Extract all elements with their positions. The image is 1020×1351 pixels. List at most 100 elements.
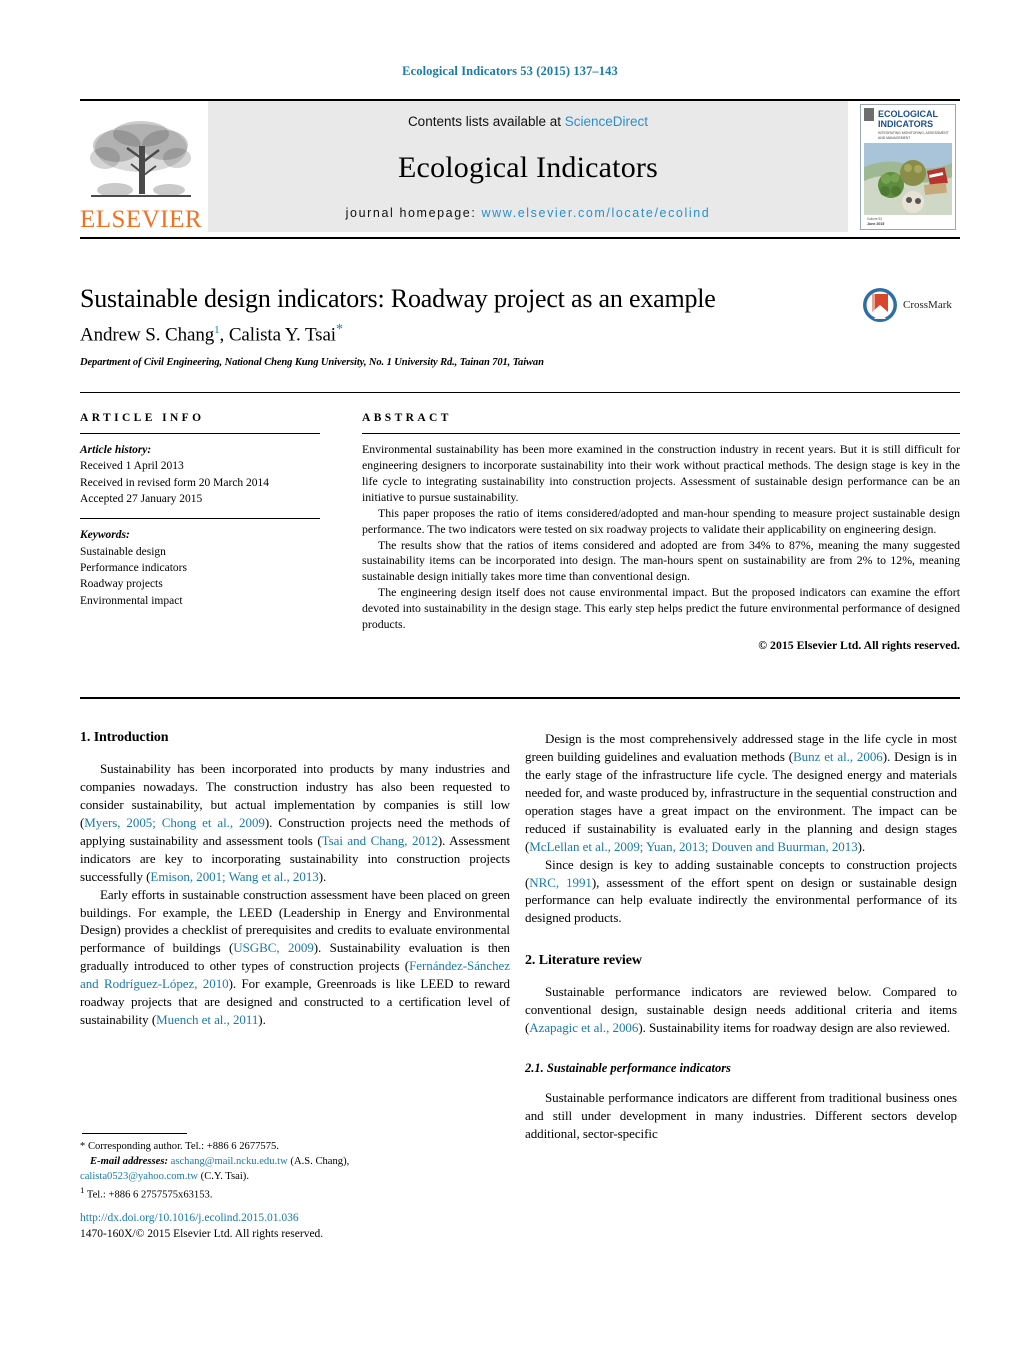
- email-owner-2: (C.Y. Tsai).: [198, 1171, 249, 1183]
- keyword-item: Environmental impact: [80, 594, 183, 607]
- affiliation: Department of Civil Engineering, Nationa…: [80, 357, 544, 368]
- keyword-item: Roadway projects: [80, 578, 163, 591]
- sciencedirect-link[interactable]: ScienceDirect: [565, 114, 648, 129]
- article-info-column: ARTICLE INFO Article history: Received 1…: [80, 412, 320, 620]
- abstract-paragraph: This paper proposes the ratio of items c…: [362, 505, 960, 536]
- running-head: Ecological Indicators 53 (2015) 137–143: [402, 64, 618, 78]
- abstract-top-divider: [80, 392, 960, 393]
- citation-link[interactable]: Muench et al., 2011: [156, 1012, 258, 1027]
- citation-link[interactable]: Azapagic et al., 2006: [529, 1020, 638, 1035]
- body-paragraph: Early efforts in sustainable constructio…: [80, 886, 510, 1030]
- issn-copyright-line: 1470-160X/© 2015 Elsevier Ltd. All right…: [80, 1227, 324, 1240]
- paper-page: Ecological Indicators 53 (2015) 137–143: [0, 0, 1020, 1351]
- cover-art-icon: ECOLOGICAL INDICATORS INTEGRATING MONITO…: [861, 104, 955, 229]
- author-2: Calista Y. Tsai: [228, 324, 336, 346]
- abstract-paragraph: Environmental sustainability has been mo…: [362, 442, 960, 504]
- homepage-prefix: journal homepage:: [345, 206, 482, 220]
- keyword-item: Performance indicators: [80, 561, 187, 574]
- keywords-divider: [80, 518, 320, 520]
- abstract-copyright: © 2015 Elsevier Ltd. All rights reserved…: [758, 638, 960, 653]
- journal-band: Contents lists available at ScienceDirec…: [208, 101, 848, 232]
- journal-homepage-link[interactable]: www.elsevier.com/locate/ecolind: [481, 206, 710, 220]
- history-item: Received in revised form 20 March 2014: [80, 476, 270, 489]
- keyword-item: Sustainable design: [80, 545, 166, 558]
- citation-link[interactable]: Myers, 2005; Chong et al., 2009: [84, 815, 265, 830]
- footnote-text: Corresponding author. Tel.: +886 6 26775…: [85, 1141, 279, 1152]
- citation-link[interactable]: USGBC, 2009: [233, 940, 314, 955]
- journal-cover-block: ECOLOGICAL INDICATORS INTEGRATING MONITO…: [856, 101, 960, 232]
- article-history-label: Article history:: [80, 444, 152, 456]
- paragraph-text: ).: [318, 868, 327, 884]
- author-1: Andrew S. Chang: [80, 324, 215, 346]
- paragraph-text: ).: [258, 1012, 266, 1028]
- body-paragraph: Design is the most comprehensively addre…: [525, 730, 957, 856]
- elsevier-logo: ELSEVIER: [80, 101, 202, 232]
- abstract-bottom-divider: [80, 697, 960, 699]
- paragraph-text: ). Sustainability items for roadway desi…: [638, 1020, 951, 1036]
- journal-masthead: ELSEVIER Contents lists available at Sci…: [80, 99, 960, 232]
- footnote-corresponding-author: * Corresponding author. Tel.: +886 6 267…: [80, 1139, 512, 1154]
- elsevier-tree-icon: [90, 121, 191, 197]
- page-title: Sustainable design indicators: Roadway p…: [80, 284, 716, 313]
- doi-block: http://dx.doi.org/10.1016/j.ecolind.2015…: [80, 1211, 512, 1243]
- keywords-label: Keywords:: [80, 529, 130, 542]
- section-heading-literature-review: 2. Literature review: [525, 953, 642, 969]
- svg-text:ECOLOGICAL: ECOLOGICAL: [878, 109, 939, 119]
- citation-link[interactable]: Emison, 2001; Wang et al., 2013: [150, 869, 318, 884]
- author-2-footnote-marker[interactable]: *: [336, 322, 343, 337]
- email-addresses-label: E-mail addresses:: [90, 1156, 168, 1168]
- crossmark-label: CrossMark: [903, 299, 952, 311]
- abstract-heading: ABSTRACT: [362, 412, 452, 424]
- body-paragraph: Sustainable performance indicators are r…: [525, 983, 957, 1037]
- title-divider: [80, 237, 960, 239]
- citation-link[interactable]: NRC, 1991: [529, 875, 592, 890]
- abstract-paragraph: The results show that the ratios of item…: [362, 537, 960, 584]
- crossmark-badge[interactable]: CrossMark: [862, 285, 960, 325]
- svg-text:INTEGRATING MONITORING, ASSESS: INTEGRATING MONITORING, ASSESSMENT: [878, 131, 949, 135]
- contents-prefix: Contents lists available at: [407, 114, 565, 129]
- footnote-emails: E-mail addresses: aschang@mail.ncku.edu.…: [80, 1154, 512, 1169]
- history-item: Accepted 27 January 2015: [80, 492, 203, 505]
- subsection-heading-2-1: 2.1. Sustainable performance indicators: [525, 1061, 731, 1076]
- body-paragraph: Sustainable performance indicators are d…: [525, 1090, 957, 1141]
- citation-link[interactable]: McLellan et al., 2009; Yuan, 2013; Douve…: [529, 839, 857, 854]
- email-link-2[interactable]: calista0523@yahoo.com.tw: [80, 1171, 198, 1182]
- body-column-right: Design is the most comprehensively addre…: [525, 730, 957, 1143]
- contents-available-line: Contents lists available at ScienceDirec…: [408, 114, 648, 129]
- abstract-text: Environmental sustainability has been mo…: [362, 442, 960, 654]
- body-paragraph: Since design is key to adding sustainabl…: [525, 856, 957, 928]
- journal-cover-thumbnail: ECOLOGICAL INDICATORS INTEGRATING MONITO…: [860, 103, 956, 230]
- citation-link[interactable]: Bunz et al., 2006: [793, 749, 883, 764]
- abstract-divider: [362, 433, 960, 434]
- article-history-group: Article history: Received 1 April 2013 R…: [80, 442, 320, 507]
- footnote-email-2: calista0523@yahoo.com.tw (C.Y. Tsai).: [80, 1169, 512, 1184]
- journal-homepage-line: journal homepage: www.elsevier.com/locat…: [346, 206, 711, 220]
- footnote-1-text: Tel.: +886 6 2757575x63153.: [84, 1189, 213, 1201]
- email-link-1[interactable]: aschang@mail.ncku.edu.tw: [171, 1156, 288, 1167]
- footnote-1: 1 Tel.: +886 6 2757575x63153.: [80, 1184, 512, 1203]
- svg-text:INDICATORS: INDICATORS: [878, 119, 933, 129]
- article-info-divider: [80, 433, 320, 434]
- author-list: Andrew S. Chang1, Calista Y. Tsai*: [80, 322, 840, 346]
- footnote-divider: [82, 1133, 187, 1134]
- author-separator: ,: [219, 324, 229, 346]
- citation-link[interactable]: Tsai and Chang, 2012: [322, 833, 438, 848]
- body-column-left: 1. Introduction Sustainability has been …: [80, 730, 510, 1029]
- abstract-paragraph: The engineering design itself does not c…: [362, 585, 960, 632]
- keywords-group: Keywords: Sustainable design Performance…: [80, 527, 320, 609]
- section-heading-introduction: 1. Introduction: [80, 730, 169, 745]
- svg-text:Volume 53: Volume 53: [867, 217, 882, 221]
- abstract-column: ABSTRACT Environmental sustainability ha…: [362, 412, 960, 654]
- crossmark-icon: [863, 288, 897, 322]
- body-paragraph: Sustainability has been incorporated int…: [80, 760, 510, 886]
- elsevier-wordmark: ELSEVIER: [79, 206, 203, 233]
- paragraph-text: ).: [857, 838, 866, 854]
- article-info-heading: ARTICLE INFO: [80, 412, 205, 424]
- email-owner-1: (A.S. Chang),: [287, 1156, 350, 1168]
- svg-text:AND MANAGEMENT: AND MANAGEMENT: [878, 136, 910, 140]
- svg-text:June 2015: June 2015: [867, 222, 884, 226]
- journal-title: Ecological Indicators: [398, 150, 658, 184]
- doi-link[interactable]: http://dx.doi.org/10.1016/j.ecolind.2015…: [80, 1211, 512, 1227]
- history-item: Received 1 April 2013: [80, 460, 184, 473]
- footnotes-block: * Corresponding author. Tel.: +886 6 267…: [80, 1139, 512, 1203]
